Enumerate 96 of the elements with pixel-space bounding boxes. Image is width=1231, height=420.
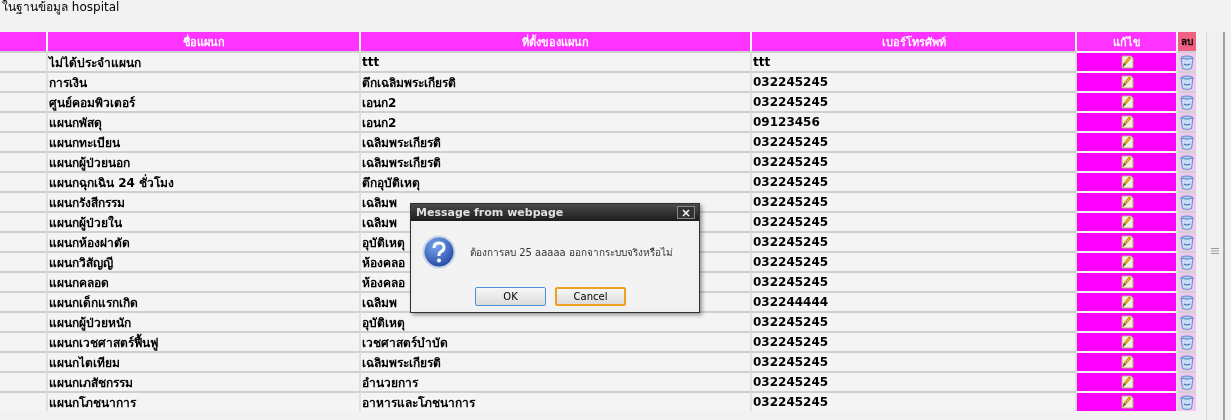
table-cell: ตึกเฉลิมพระเกียรติ (361, 71, 752, 91)
table-cell: 09123456 (752, 111, 1077, 131)
table-cell: 032245245 (752, 231, 1077, 251)
table-cell: 032245245 (752, 191, 1077, 211)
pencil-paper-icon[interactable] (1119, 214, 1135, 230)
table-cell: 032245245 (752, 151, 1077, 171)
table-cell: อำนวยการ (361, 371, 752, 391)
table-cell: 032245245 (752, 331, 1077, 351)
column-header: ลบ (1178, 32, 1196, 51)
table-cell: แผนกเภสัชกรรม (48, 371, 361, 391)
column-header: แก้ไข (1077, 32, 1178, 51)
table-cell (0, 251, 48, 271)
table-cell: 032245245 (752, 131, 1077, 151)
table-cell: เอนก2 (361, 111, 752, 131)
table-cell: เอนก2 (361, 91, 752, 111)
table-cell: 032245245 (752, 351, 1077, 371)
table-cell: เฉลิมพระเกียรติ (361, 351, 752, 371)
table-cell: ศูนย์คอมพิวเตอร์ (48, 91, 361, 111)
table-cell (0, 91, 48, 111)
column-header: ชื่อแผนก (48, 32, 361, 51)
table-cell: 032245245 (752, 71, 1077, 91)
table-cell: 032245245 (752, 371, 1077, 391)
table-cell: 032244444 (752, 291, 1077, 311)
table-cell: แผนกผู้ป่วยนอก (48, 151, 361, 171)
pencil-paper-icon[interactable] (1119, 354, 1135, 370)
table-cell: แผนกรังสีกรรม (48, 191, 361, 211)
pencil-paper-icon[interactable] (1119, 314, 1135, 330)
table-cell: ttt (361, 51, 752, 71)
table-cell: แผนกผู้ป่วยใน (48, 211, 361, 231)
table-cell: 032245245 (752, 211, 1077, 231)
table-cell (0, 131, 48, 151)
table-cell (0, 291, 48, 311)
table-cell: แผนกห้องผ่าตัด (48, 231, 361, 251)
table-cell: แผนกพัสดุ (48, 111, 361, 131)
table-cell: 032245245 (752, 391, 1077, 411)
table-cell: 032245245 (752, 91, 1077, 111)
table-cell: การเงิน (48, 71, 361, 91)
table-cell: แผนกทะเบียน (48, 131, 361, 151)
page-title: ในฐานข้อมูล hospital (1, 0, 121, 14)
table-cell: แผนกผู้ป่วยหนัก (48, 311, 361, 331)
column-header: ที่ตั้งของแผนก (361, 32, 752, 51)
pencil-paper-icon[interactable] (1119, 274, 1135, 290)
table-cell: แผนกไตเทียม (48, 351, 361, 371)
table-cell: ไม่ได้ประจำแผนก (48, 51, 361, 71)
pencil-paper-icon[interactable] (1119, 194, 1135, 210)
table-cell: แผนกเวชศาสตร์ฟื้นฟู (48, 331, 361, 351)
pencil-paper-icon[interactable] (1119, 94, 1135, 110)
close-icon (682, 208, 690, 217)
table-cell: ttt (752, 51, 1077, 71)
table-cell: แผนกโภชนาการ (48, 391, 361, 411)
table-cell: เวชศาสตร์บำบัด (361, 331, 752, 351)
table-cell (0, 191, 48, 211)
table-cell: 032245245 (752, 311, 1077, 331)
table-cell: 032245245 (752, 251, 1077, 271)
pencil-paper-icon[interactable] (1119, 394, 1135, 410)
table-cell (0, 71, 48, 91)
table-cell: เฉลิมพระเกียรติ (361, 151, 752, 171)
table-cell (0, 211, 48, 231)
table-cell: อาหารและโภชนาการ (361, 391, 752, 411)
table-cell (0, 331, 48, 351)
pencil-paper-icon[interactable] (1119, 294, 1135, 310)
table-cell: อุบัติเหตุ (361, 311, 752, 331)
pencil-paper-icon[interactable] (1119, 74, 1135, 90)
grip-icon[interactable] (1211, 247, 1219, 255)
pencil-paper-icon[interactable] (1119, 134, 1135, 150)
question-icon (422, 235, 456, 269)
table-cell: แผนกฉุกเฉิน 24 ชั่วโมง (48, 171, 361, 191)
table-cell (0, 351, 48, 371)
scrollbar[interactable] (1206, 32, 1225, 420)
table-cell: ตึกอุบัติเหตุ (361, 171, 752, 191)
table-cell (0, 371, 48, 391)
pencil-paper-icon[interactable] (1119, 254, 1135, 270)
table-cell (0, 231, 48, 251)
table-cell (0, 311, 48, 331)
pencil-paper-icon[interactable] (1119, 54, 1135, 70)
close-button[interactable] (677, 206, 695, 219)
pencil-paper-icon[interactable] (1119, 234, 1135, 250)
table-cell (0, 51, 48, 71)
table-cell (0, 151, 48, 171)
table-cell: เฉลิมพระเกียรติ (361, 131, 752, 151)
pencil-paper-icon[interactable] (1119, 334, 1135, 350)
table-cell: 032245245 (752, 271, 1077, 291)
pencil-paper-icon[interactable] (1119, 114, 1135, 130)
dialog-button[interactable]: Cancel (555, 287, 626, 306)
column-header: เบอร์โทรศัพท์ (752, 32, 1077, 51)
table-cell (0, 111, 48, 131)
dialog-button[interactable]: OK (475, 287, 546, 306)
table-cell: แผนกวิสัญญี (48, 251, 361, 271)
table-cell (0, 271, 48, 291)
pencil-paper-icon[interactable] (1119, 154, 1135, 170)
table-cell (0, 171, 48, 191)
table-cell: 032245245 (752, 171, 1077, 191)
table-cell: แผนกเด็กแรกเกิด (48, 291, 361, 311)
pencil-paper-icon[interactable] (1119, 174, 1135, 190)
pencil-paper-icon[interactable] (1119, 374, 1135, 390)
table-cell: แผนกคลอด (48, 271, 361, 291)
